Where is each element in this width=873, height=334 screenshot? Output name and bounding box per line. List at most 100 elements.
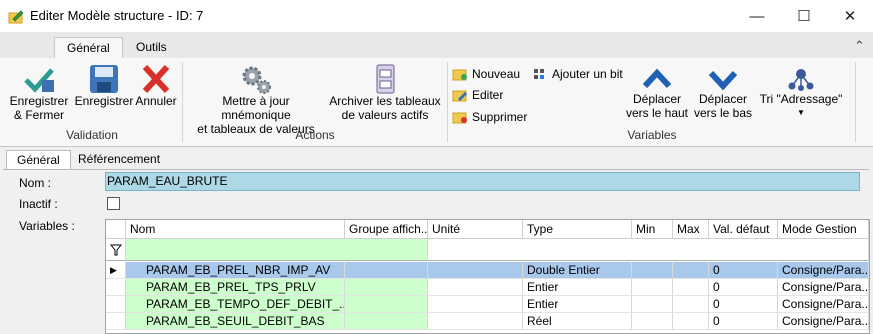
- cell-nom[interactable]: PARAM_EB_SEUIL_DEBIT_BAS: [126, 313, 345, 330]
- column-header-groupe[interactable]: Groupe affich...: [345, 220, 428, 239]
- cell-unite[interactable]: [428, 262, 523, 279]
- column-header-max[interactable]: Max: [673, 220, 709, 239]
- column-header-val-defaut[interactable]: Val. défaut: [709, 220, 778, 239]
- cell-val-defaut[interactable]: 0: [709, 296, 778, 313]
- filter-icon[interactable]: [106, 239, 126, 261]
- update-mnemonic-label-1: Mettre à jour mnémonique: [221, 94, 291, 122]
- sort-addressing-dropdown[interactable]: Tri "Adressage" ▼: [758, 66, 844, 120]
- row-selector[interactable]: [106, 279, 126, 296]
- close-icon: ✕: [843, 8, 857, 25]
- ribbon-tab-outils[interactable]: Outils: [124, 37, 179, 58]
- cell-type[interactable]: Double Entier: [523, 262, 632, 279]
- edit-folder-icon: [452, 90, 467, 102]
- cell-min[interactable]: [632, 296, 673, 313]
- filter-cell-green[interactable]: [126, 239, 428, 261]
- group-separator: [447, 62, 448, 142]
- cell-type[interactable]: Entier: [523, 279, 632, 296]
- column-header-type[interactable]: Type: [523, 220, 632, 239]
- move-down-button[interactable]: Déplacer vers le bas: [690, 66, 756, 120]
- ribbon-panel: Enregistrer & Fermer Enregistrer Annuler…: [0, 58, 873, 147]
- cell-groupe[interactable]: [345, 262, 428, 279]
- group-separator: [182, 62, 183, 142]
- archive-tables-button[interactable]: Archiver les tableaux de valeurs actifs: [326, 64, 444, 122]
- sort-label: Tri "Adressage": [759, 92, 843, 106]
- cell-type[interactable]: Entier: [523, 296, 632, 313]
- cell-nom[interactable]: PARAM_EB_PREL_TPS_PRLV: [126, 279, 345, 296]
- ribbon-tab-strip: Général Outils ⌃: [0, 32, 873, 59]
- maximize-icon: ☐: [797, 8, 811, 25]
- chevron-down-icon: [708, 70, 738, 91]
- edit-label: Editer: [472, 88, 504, 102]
- filter-cell[interactable]: [428, 239, 869, 261]
- cell-mode-gestion[interactable]: Consigne/Para...: [778, 313, 869, 330]
- variables-grid: Nom Groupe affich... Unité Type Min Max …: [105, 219, 870, 334]
- cell-min[interactable]: [632, 262, 673, 279]
- cell-val-defaut[interactable]: 0: [709, 279, 778, 296]
- gears-icon: [242, 66, 271, 94]
- cell-max[interactable]: [673, 313, 709, 330]
- ribbon-tab-general[interactable]: Général: [54, 37, 123, 59]
- cell-val-defaut[interactable]: 0: [709, 262, 778, 279]
- move-down-label-1: Déplacer: [698, 92, 748, 106]
- cell-min[interactable]: [632, 313, 673, 330]
- cell-max[interactable]: [673, 296, 709, 313]
- tab-general[interactable]: Général: [6, 150, 71, 170]
- column-header-unite[interactable]: Unité: [428, 220, 523, 239]
- floppy-disk-icon: [90, 65, 118, 93]
- row-selector[interactable]: [106, 296, 126, 313]
- cell-nom[interactable]: PARAM_EB_TEMPO_DEF_DEBIT_...: [126, 296, 345, 313]
- update-mnemonic-button[interactable]: Mettre à jour mnémonique et tableaux de …: [188, 64, 324, 136]
- new-variable-button[interactable]: Nouveau: [452, 65, 520, 83]
- dropdown-arrow-icon: ▼: [797, 108, 805, 117]
- delete-variable-button[interactable]: Supprimer: [452, 108, 527, 126]
- maximize-button[interactable]: ☐: [781, 0, 827, 32]
- window-title: Editer Modèle structure - ID: 7: [30, 8, 204, 23]
- cell-nom[interactable]: PARAM_EB_PREL_NBR_IMP_AV: [126, 262, 345, 279]
- delete-label: Supprimer: [472, 110, 528, 124]
- save-close-label-1: Enregistrer: [9, 94, 69, 108]
- cell-min[interactable]: [632, 279, 673, 296]
- save-close-button[interactable]: Enregistrer & Fermer: [6, 64, 72, 122]
- cell-mode-gestion[interactable]: Consigne/Para...: [778, 279, 869, 296]
- cell-unite[interactable]: [428, 279, 523, 296]
- edit-variable-button[interactable]: Editer: [452, 86, 503, 104]
- cell-mode-gestion[interactable]: Consigne/Para...: [778, 262, 869, 279]
- cell-groupe[interactable]: [345, 313, 428, 330]
- cell-max[interactable]: [673, 262, 709, 279]
- delete-folder-icon: [452, 112, 467, 124]
- save-button[interactable]: Enregistrer: [74, 64, 134, 108]
- cell-unite[interactable]: [428, 313, 523, 330]
- tab-referencement[interactable]: Référencement: [68, 150, 170, 169]
- cell-val-defaut[interactable]: 0: [709, 313, 778, 330]
- minimize-button[interactable]: —: [734, 0, 780, 32]
- add-bit-label: Ajouter un bit: [552, 67, 623, 81]
- group-label-actions: Actions: [295, 128, 335, 142]
- cell-type[interactable]: Réel: [523, 313, 632, 330]
- cancel-button[interactable]: Annuler: [135, 64, 177, 108]
- file-cabinet-icon: [376, 64, 395, 94]
- column-header-nom[interactable]: Nom: [126, 220, 345, 239]
- inactif-checkbox[interactable]: [107, 197, 120, 210]
- cell-groupe[interactable]: [345, 279, 428, 296]
- nom-input[interactable]: [105, 172, 860, 191]
- new-folder-icon: [452, 69, 467, 81]
- cell-max[interactable]: [673, 279, 709, 296]
- move-down-label-2: vers le bas: [693, 106, 753, 120]
- nom-label: Nom :: [19, 176, 52, 190]
- column-header-min[interactable]: Min: [632, 220, 673, 239]
- row-selector[interactable]: ▶: [106, 262, 126, 279]
- minimize-icon: —: [749, 7, 765, 25]
- cell-mode-gestion[interactable]: Consigne/Para...: [778, 296, 869, 313]
- row-selector[interactable]: [106, 313, 126, 330]
- close-button[interactable]: ✕: [827, 0, 873, 32]
- new-label: Nouveau: [472, 67, 521, 81]
- move-up-button[interactable]: Déplacer vers le haut: [624, 66, 690, 120]
- collapse-ribbon-icon[interactable]: ⌃: [854, 38, 865, 54]
- variables-label: Variables :: [19, 219, 75, 233]
- cell-unite[interactable]: [428, 296, 523, 313]
- cell-groupe[interactable]: [345, 296, 428, 313]
- add-bit-button[interactable]: Ajouter un bit: [532, 65, 623, 83]
- move-up-label-1: Déplacer: [632, 92, 682, 106]
- inactif-label: Inactif :: [19, 197, 58, 211]
- column-header-mode-gestion[interactable]: Mode Gestion: [778, 220, 869, 239]
